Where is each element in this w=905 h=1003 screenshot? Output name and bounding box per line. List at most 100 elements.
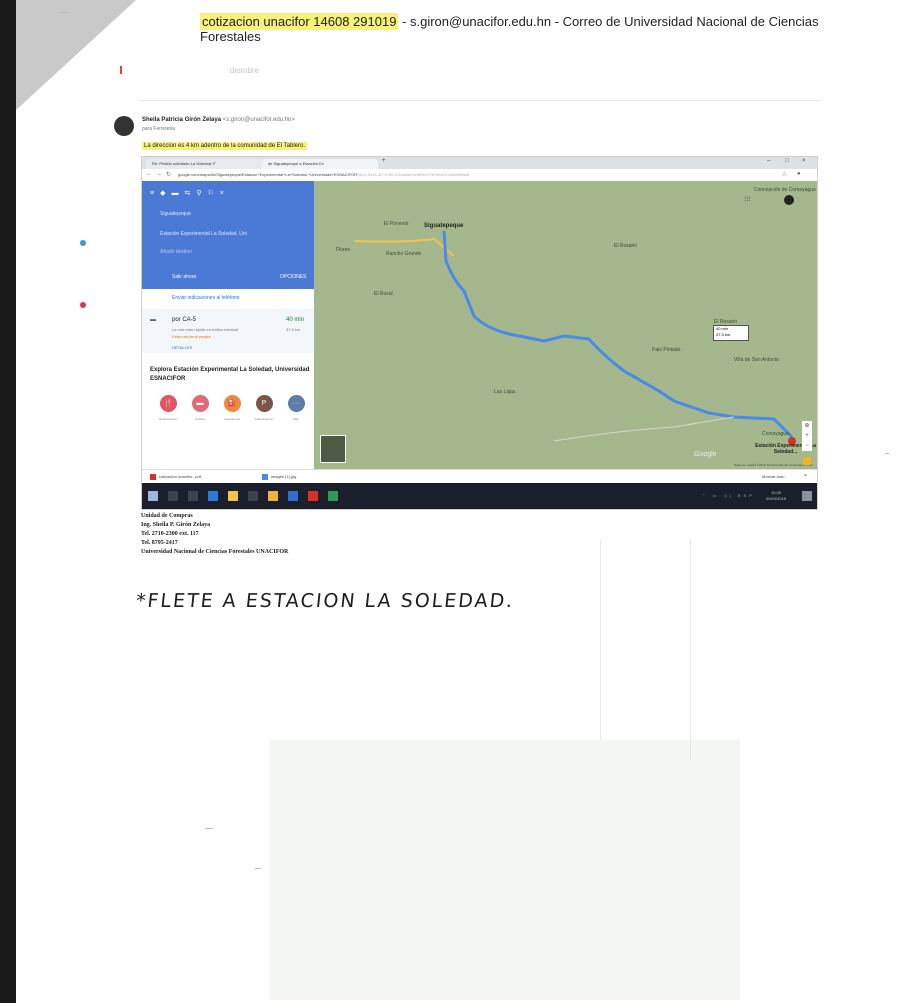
poi-category[interactable]: ··· Más [278,395,314,421]
travel-mode-icons[interactable]: ≡◆▬⇆⚲⚐× [150,189,230,197]
parking-icon: P [255,395,273,412]
email-body: La direccion es 4 km adentro de la comun… [142,142,307,150]
image-icon [262,474,268,480]
poi-category[interactable]: 🍴 Restaurantes [150,395,186,421]
apps-grid-icon[interactable]: ⁝⁝⁝ [744,195,751,203]
chrome-icon[interactable] [268,491,278,501]
download-bar: cotizacion unacifor...pdf images (1).jpg… [142,469,817,484]
url-field[interactable]: google.com/maps/dir/Siguatepeque/Estacio… [178,172,738,177]
minimize-icon[interactable]: – [767,158,770,164]
map-label: Comayagua [762,431,789,437]
maximize-icon[interactable]: □ [785,158,789,164]
windows-taskbar: ⌃ ▭ ◁) ESP 10:30 29/10/2019 [142,483,817,509]
show-all-downloads[interactable]: Mostrar todo [762,474,784,479]
new-tab-icon[interactable]: + [382,158,386,164]
signature-line: Universidad Nacional de Ciencias Foresta… [141,549,289,555]
satellite-toggle[interactable] [320,435,346,463]
map-canvas[interactable]: Siguatepeque El Porvenir El Rosario Conc… [314,181,817,469]
destination-field[interactable]: Estación Experimental La Soledad, Uni [160,231,247,237]
hotel-icon: ▬ [191,395,209,412]
options-button[interactable]: OPCIONES [280,274,306,280]
poi-label: Hoteles [194,417,206,421]
forward-icon[interactable]: → [156,171,162,177]
taskbar-clock[interactable]: 10:30 29/10/2019 [766,490,786,502]
poi-label: Restaurantes [159,417,177,421]
back-icon[interactable]: ← [146,171,152,177]
start-icon[interactable] [148,491,158,501]
poi-label: Gasolineras [223,417,240,421]
map-label: El Rosal [374,291,393,297]
browser-tab[interactable]: Re: Pedido solicitado La Soledad, F [146,159,262,169]
download-item[interactable]: images (1).jpg [262,474,296,480]
scan-left-edge [0,0,16,1003]
show-through-line [690,540,691,760]
excel-icon[interactable] [328,491,338,501]
address-bar-row: ← → ↻ google.com/maps/dir/Siguatepeque/E… [142,169,817,181]
sender-line: Sheila Patricia Girón Zelaya <s.giron@un… [142,117,295,123]
poi-category[interactable]: ⛽ Gasolineras [214,395,250,421]
zoom-control[interactable]: ⊕ + − [802,421,812,451]
store-icon[interactable] [248,491,258,501]
recipient: para Ferreteria [142,126,176,132]
account-avatar[interactable] [784,195,794,205]
browser-tab-strip: Re: Pedido solicitado La Soledad, F de S… [142,157,817,169]
embedded-screenshot: Re: Pedido solicitado La Soledad, F de S… [141,156,818,510]
system-tray[interactable]: ⌃ ▭ ◁) ESP [702,493,755,498]
scan-speck [120,66,122,74]
email-title: cotizacion unacifor 14608 291019 - s.gir… [200,13,840,44]
star-icon[interactable]: ☆ [782,171,787,178]
explore-heading: Explora Estación Experimental La Soledad… [150,367,310,382]
task-view-icon[interactable] [188,491,198,501]
browser-tab-active[interactable]: de Siguatepeque a Estación Ex [262,159,378,169]
google-logo: Google [694,451,717,458]
pegman-icon[interactable] [803,457,811,465]
map-label: El Rosario [614,243,638,249]
signature-line: Tel. 8795-2417 [141,540,178,546]
add-destination[interactable]: Añadir destino [160,249,192,255]
leave-now-select[interactable]: Salir ahora [172,274,196,280]
route-warning: Esta ruta tiene peajes [172,334,211,339]
map-footer: Datos de mapas ©2019 Términos Enviar com… [734,463,813,467]
road-gray [553,416,735,442]
directions-panel: ≡◆▬⇆⚲⚐× Siguatepeque Estación Experiment… [142,181,314,469]
search-icon[interactable] [168,491,178,501]
notifications-icon[interactable] [802,491,812,501]
file-explorer-icon[interactable] [228,491,238,501]
gas-station-icon: ⛽ [223,395,241,412]
car-icon: ▬ [150,317,156,323]
map-label: Flores [336,247,350,253]
scan-speck [255,868,261,869]
scan-speck [885,453,889,454]
download-name: cotizacion unacifor...pdf [159,474,201,480]
email-signature: Unidad de Compras Ing. Sheila P. Girón Z… [141,512,288,557]
app-icon[interactable] [288,491,298,501]
origin-field[interactable]: Siguatepeque [160,211,191,217]
profile-icon[interactable]: ● [797,171,801,177]
scan-speck [205,828,213,829]
route-box-distance: 37,3 km [716,332,731,337]
close-download-bar-icon[interactable]: × [804,473,807,479]
route-details-link[interactable]: DETALLES [172,345,192,350]
close-icon[interactable]: × [802,158,806,164]
email-subject: cotizacion unacifor 14608 291019 [200,13,399,30]
route-note: La ruta más rápida en tráfico habitual [172,327,239,332]
faint-label: diembre [230,66,259,75]
signature-line: Ing. Sheila P. Girón Zelaya [141,522,211,528]
send-to-phone-link[interactable]: Enviar indicaciones al teléfono [172,295,240,301]
blue-mark [80,240,86,246]
sender-name: Sheila Patricia Girón Zelaya [142,117,222,123]
sender-email: <s.giron@unacifor.edu.hn> [222,117,295,123]
edge-icon[interactable] [208,491,218,501]
route-distance: 37,3 km [286,327,301,332]
poi-category[interactable]: P Aparcamiento [246,395,282,421]
reload-icon[interactable]: ↻ [166,171,171,178]
show-through-line [600,540,601,740]
route-via: por CA-5 [172,317,197,323]
map-label: Palo Pintado [652,347,681,353]
route-time-callout: 40 min 37,3 km [713,325,749,341]
directions-header: ≡◆▬⇆⚲⚐× Siguatepeque Estación Experiment… [142,181,314,289]
route-option[interactable]: ▬ por CA-5 40 min La ruta más rápida en … [142,309,314,353]
acrobat-icon[interactable] [308,491,318,501]
download-item[interactable]: cotizacion unacifor...pdf [150,474,201,480]
poi-category[interactable]: ▬ Hoteles [182,395,218,421]
